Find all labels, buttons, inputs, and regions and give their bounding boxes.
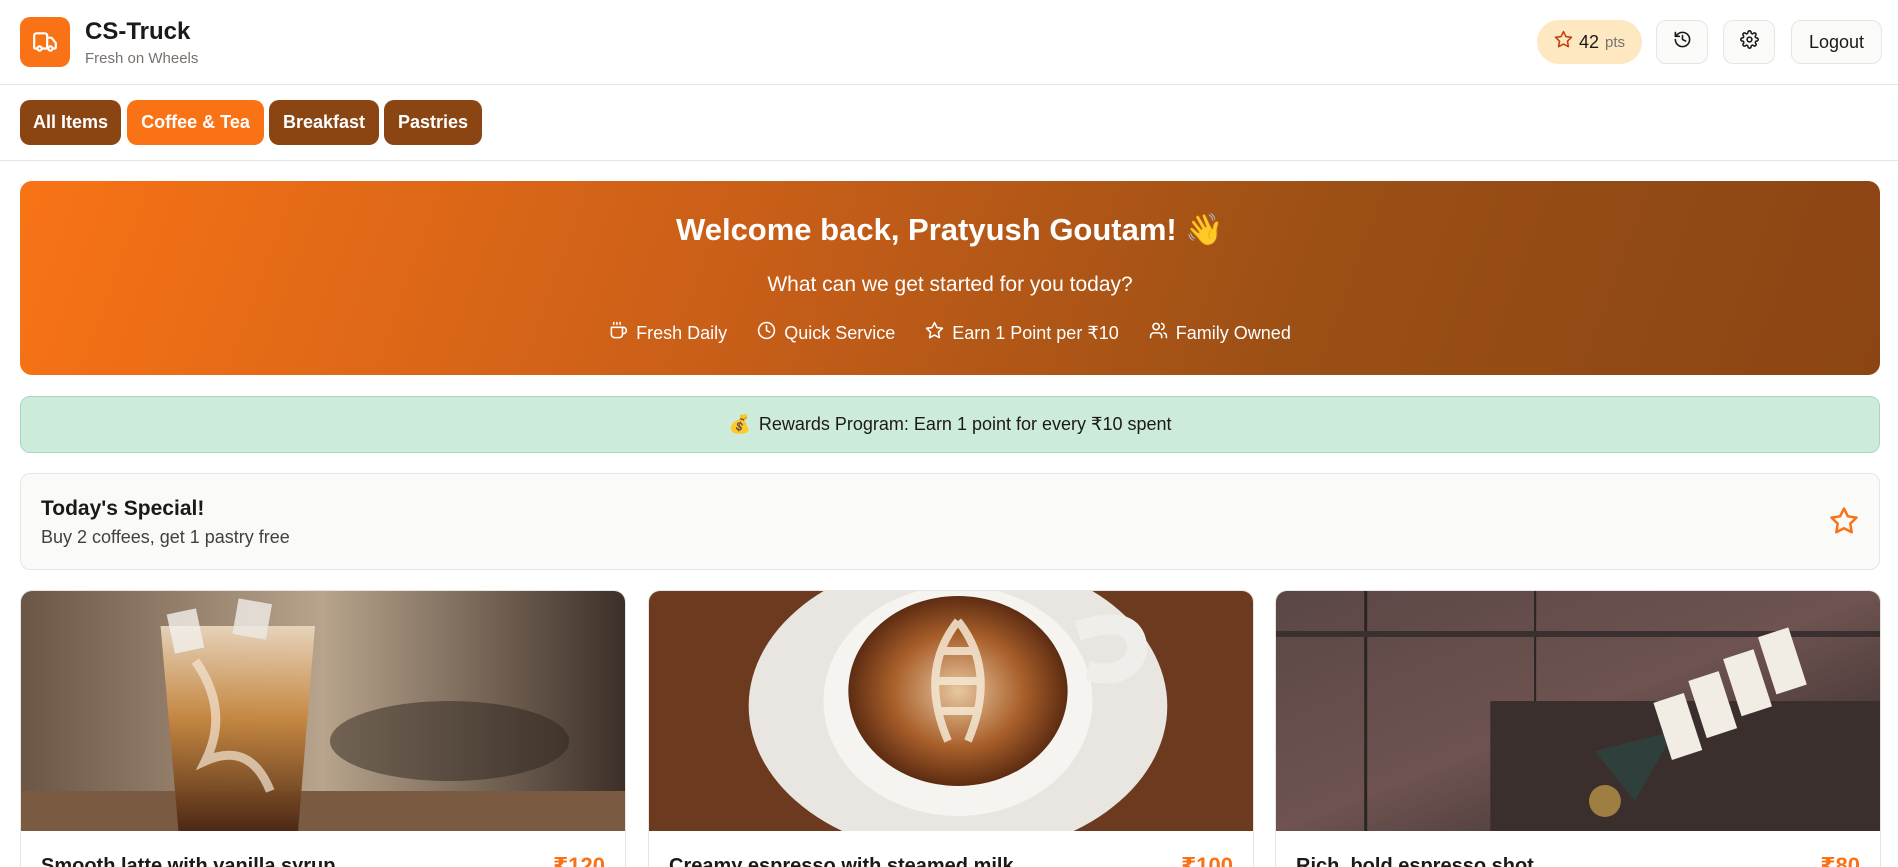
money-bag-icon: 💰 xyxy=(728,414,751,434)
feature-fresh-daily: Fresh Daily xyxy=(609,321,727,345)
settings-button[interactable] xyxy=(1723,20,1775,64)
users-icon xyxy=(1149,321,1168,345)
special-description: Buy 2 coffees, get 1 pastry free xyxy=(41,527,290,547)
menu-item-price: ₹80 xyxy=(1820,853,1860,867)
menu-item-name: Rich, bold espresso shot xyxy=(1296,855,1534,867)
latte-art-image xyxy=(649,591,1253,831)
feature-label: Family Owned xyxy=(1175,322,1291,343)
truck-logo-icon xyxy=(20,17,70,67)
menu-item-price: ₹120 xyxy=(552,853,605,867)
special-title: Today's Special! xyxy=(41,497,205,520)
rewards-banner: 💰 Rewards Program: Earn 1 point for ever… xyxy=(20,396,1880,453)
iced-latte-image xyxy=(21,591,625,831)
brand-subtitle: Fresh on Wheels xyxy=(85,50,199,67)
coffee-cup-icon xyxy=(609,321,628,345)
feature-list: Fresh Daily Quick Service Earn 1 Point p… xyxy=(20,321,1880,345)
feature-label: Quick Service xyxy=(784,322,896,343)
tab-coffee-tea[interactable]: Coffee & Tea xyxy=(127,100,264,145)
history-icon xyxy=(1673,30,1692,54)
tab-breakfast[interactable]: Breakfast xyxy=(269,100,379,145)
star-icon xyxy=(1554,30,1573,54)
welcome-title: Welcome back, Pratyush Goutam! 👋 xyxy=(676,212,1224,247)
points-unit: pts xyxy=(1605,33,1626,51)
feature-label: Fresh Daily xyxy=(636,322,728,343)
clock-icon xyxy=(757,321,776,345)
order-history-button[interactable] xyxy=(1656,20,1708,64)
category-tabs: All Items Coffee & Tea Breakfast Pastrie… xyxy=(0,86,1898,161)
tab-pastries[interactable]: Pastries xyxy=(384,100,482,145)
menu-item-price: ₹100 xyxy=(1180,853,1233,867)
points-badge[interactable]: 42 pts xyxy=(1537,20,1642,64)
tab-all-items[interactable]: All Items xyxy=(20,100,121,145)
welcome-banner: Welcome back, Pratyush Goutam! 👋 What ca… xyxy=(20,181,1880,375)
points-value: 42 xyxy=(1578,31,1599,52)
feature-quick-service: Quick Service xyxy=(757,321,895,345)
menu-item-name: Creamy espresso with steamed milk xyxy=(669,855,1014,867)
brand-title: CS-Truck xyxy=(85,18,191,45)
feature-family-owned: Family Owned xyxy=(1149,321,1291,345)
menu-item-name: Smooth latte with vanilla syrup xyxy=(41,855,336,867)
star-icon xyxy=(1829,506,1859,541)
gear-icon xyxy=(1739,30,1759,54)
cafe-sign-image xyxy=(1276,591,1880,831)
menu-item-card[interactable]: Creamy espresso with steamed milk ₹100 xyxy=(648,590,1254,867)
todays-special-card: Today's Special! Buy 2 coffees, get 1 pa… xyxy=(20,473,1880,570)
star-icon xyxy=(925,321,944,345)
logout-button[interactable]: Logout xyxy=(1791,20,1882,64)
rewards-text: Rewards Program: Earn 1 point for every … xyxy=(758,414,1172,434)
menu-item-card[interactable]: Rich, bold espresso shot ₹80 xyxy=(1275,590,1881,867)
menu-item-card[interactable]: Smooth latte with vanilla syrup ₹120 xyxy=(20,590,626,867)
app-header: CS-Truck Fresh on Wheels 42 pts Logout xyxy=(0,0,1898,85)
feature-earn-points: Earn 1 Point per ₹10 xyxy=(925,321,1119,345)
welcome-subtitle: What can we get started for you today? xyxy=(767,273,1133,296)
feature-label: Earn 1 Point per ₹10 xyxy=(952,322,1119,343)
